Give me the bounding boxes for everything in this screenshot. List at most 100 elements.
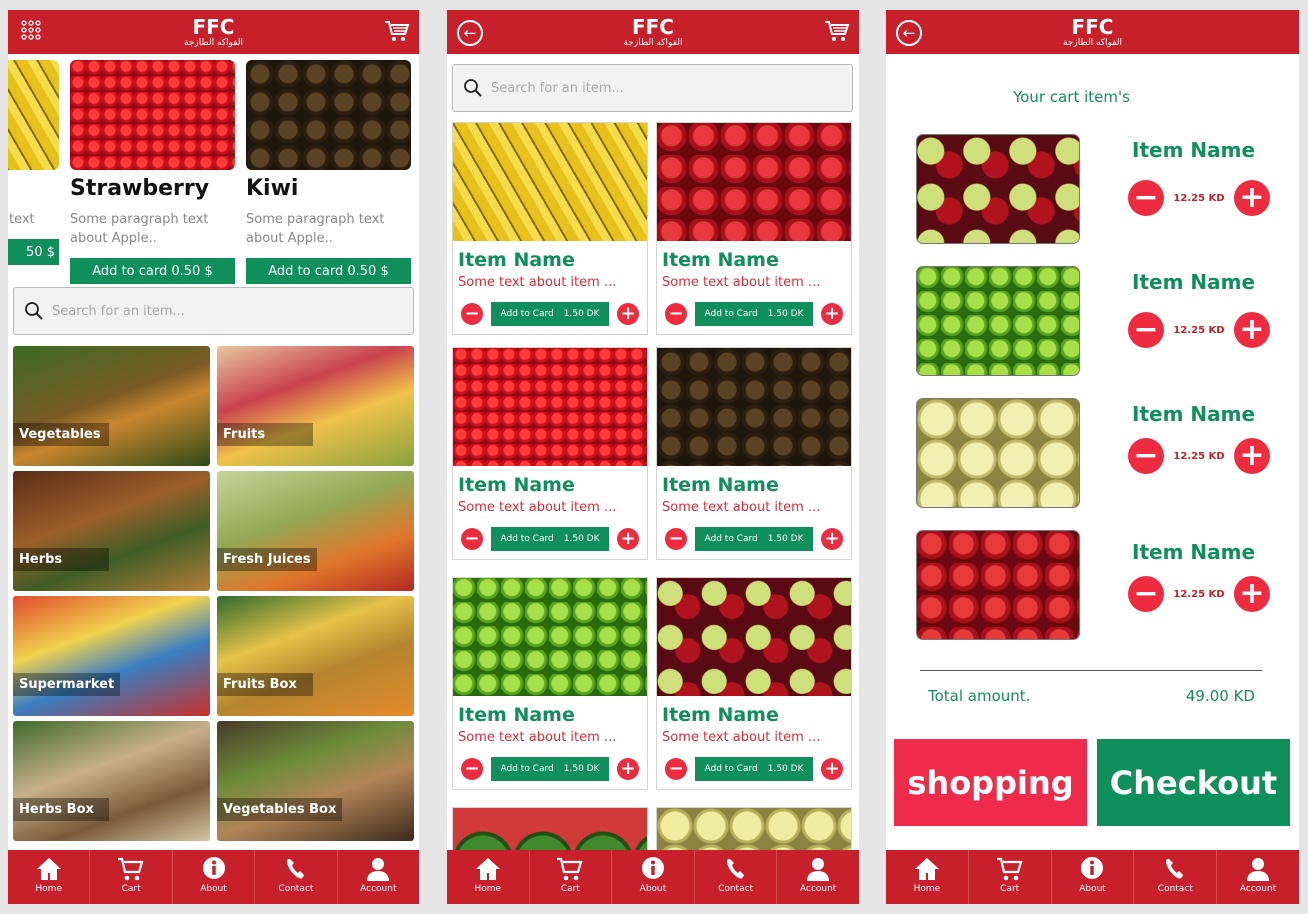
category-fruits[interactable]: Fruits (217, 346, 414, 466)
app-header: FFC الفواكه الطازجة (8, 10, 419, 54)
category-herbs[interactable]: Herbs (13, 471, 210, 591)
plus-icon[interactable]: + (821, 303, 843, 325)
phone-icon (1166, 859, 1184, 879)
nav-about[interactable]: About (1052, 850, 1135, 904)
minus-icon[interactable]: − (1128, 576, 1164, 612)
minus-icon[interactable]: − (461, 303, 483, 325)
add-to-card-button[interactable]: Add to Card 1.50 DK (491, 527, 609, 551)
minus-icon[interactable]: − (665, 303, 687, 325)
category-label: Herbs (13, 548, 109, 571)
back-button[interactable]: ← (457, 20, 483, 46)
featured-item[interactable]: Strawberry Some paragraph text about App… (70, 60, 235, 284)
minus-icon[interactable]: − (665, 528, 687, 550)
search-input[interactable] (52, 303, 352, 319)
nav-about[interactable]: About (173, 850, 256, 904)
category-fresh-juices[interactable]: Fresh Juices (217, 471, 414, 591)
plus-icon[interactable]: + (617, 758, 639, 780)
category-vegetables[interactable]: Vegetables (13, 346, 210, 466)
nav-cart[interactable]: Cart (530, 850, 613, 904)
nav-contact[interactable]: Contact (1134, 850, 1218, 904)
category-label: Fresh Juices (217, 548, 317, 571)
nav-cart[interactable]: Cart (969, 850, 1052, 904)
nav-home[interactable]: Home (447, 850, 530, 904)
back-button[interactable]: ← (896, 20, 922, 46)
checkout-button[interactable]: Checkout (1097, 739, 1290, 826)
add-to-card-button[interactable]: Add to card 0.50 $ (70, 258, 235, 284)
minus-icon[interactable]: − (1128, 438, 1164, 474)
mixed-apples-image (916, 134, 1080, 244)
add-to-card-button[interactable]: Add to Card 1.50 DK (491, 757, 609, 781)
plus-icon[interactable]: + (617, 528, 639, 550)
plus-icon[interactable]: + (821, 528, 843, 550)
nav-contact[interactable]: Contact (695, 850, 778, 904)
add-to-card-button[interactable]: 50 $ (8, 239, 59, 265)
nav-home[interactable]: Home (886, 850, 969, 904)
featured-title: Strawberry (70, 176, 210, 201)
home-icon (914, 858, 939, 880)
category-vegetables-box[interactable]: Vegetables Box (217, 721, 414, 841)
cart-item-price: 12.25 KD (1173, 588, 1225, 600)
nav-home[interactable]: Home (8, 850, 91, 904)
nav-label: Home (474, 884, 502, 894)
cart-icon[interactable] (383, 19, 411, 45)
plus-icon[interactable]: + (1234, 180, 1270, 216)
price: 1.50 DK (563, 309, 600, 319)
add-to-card-button[interactable]: Add to Card 1.50 DK (695, 527, 813, 551)
brand-subtitle: الفواكه الطازجة (623, 38, 683, 48)
nav-account[interactable]: Account (777, 850, 859, 904)
plus-icon[interactable]: + (1234, 576, 1270, 612)
nav-about[interactable]: About (612, 850, 695, 904)
cart-icon (557, 857, 583, 881)
shopping-button[interactable]: shopping (894, 739, 1087, 826)
featured-carousel[interactable]: text 50 $ Strawberry Some paragraph text… (8, 60, 419, 286)
user-icon (1247, 858, 1270, 881)
product-card[interactable]: Item Name Some text about item ... − Add… (656, 122, 852, 335)
cart-screen: ← FFC الفواكه الطازجة Your cart item's I… (886, 10, 1299, 904)
minus-icon[interactable]: − (461, 528, 483, 550)
total-label: Total amount. (928, 687, 1031, 705)
category-fruits-box[interactable]: Fruits Box (217, 596, 414, 716)
plus-icon[interactable]: + (821, 758, 843, 780)
quantity-controls: − 12.25 KD + (1128, 312, 1270, 348)
cart-icon[interactable] (823, 19, 851, 45)
search-bar[interactable] (452, 64, 853, 112)
minus-icon[interactable]: − (461, 758, 483, 780)
product-card[interactable]: Item Name Some text about item ... − Add… (656, 577, 852, 790)
product-controls: − Add to Card 1.50 DK + (461, 527, 639, 551)
featured-item[interactable]: Kiwi Some paragraph text about Apple.. A… (246, 60, 411, 284)
add-label: Add to Card (704, 764, 758, 774)
plus-icon[interactable]: + (1234, 438, 1270, 474)
info-icon (1081, 857, 1104, 879)
add-to-card-button[interactable]: Add to Card 1.50 DK (695, 757, 813, 781)
product-controls: − Add to Card 1.50 DK + (665, 302, 843, 326)
product-card[interactable]: Item Name Some text about item ... − Add… (656, 347, 852, 560)
minus-icon[interactable]: − (1128, 312, 1164, 348)
category-supermarket[interactable]: Supermarket (13, 596, 210, 716)
add-to-card-button[interactable]: Add to card 0.50 $ (246, 258, 411, 284)
add-label: Add to Card (704, 534, 758, 544)
brand-name: FFC (631, 15, 674, 39)
nav-account[interactable]: Account (338, 850, 419, 904)
search-input[interactable] (491, 80, 791, 96)
add-to-card-button[interactable]: Add to Card 1.50 DK (695, 302, 813, 326)
minus-icon[interactable]: − (665, 758, 687, 780)
nav-contact[interactable]: Contact (255, 850, 338, 904)
product-card[interactable]: Item Name Some text about item ... − Add… (452, 122, 648, 335)
bottom-nav: Home Cart About Contact Account (886, 850, 1299, 904)
minus-icon[interactable]: − (1128, 180, 1164, 216)
nav-label: About (200, 884, 227, 894)
strawberry-image (453, 348, 647, 466)
category-herbs-box[interactable]: Herbs Box (13, 721, 210, 841)
plus-icon[interactable]: + (1234, 312, 1270, 348)
product-card[interactable]: Item Name Some text about item ... − Add… (452, 577, 648, 790)
nav-account[interactable]: Account (1217, 850, 1299, 904)
nav-cart[interactable]: Cart (90, 850, 173, 904)
grid-menu-icon[interactable] (18, 20, 44, 46)
quantity-controls: − 12.25 KD + (1128, 180, 1270, 216)
product-card[interactable]: Item Name Some text about item ... − Add… (452, 347, 648, 560)
plus-icon[interactable]: + (617, 303, 639, 325)
search-bar[interactable] (13, 287, 414, 335)
featured-item[interactable]: text 50 $ (8, 60, 59, 265)
add-to-card-button[interactable]: Add to Card 1.50 DK (491, 302, 609, 326)
brand-subtitle: الفواكه الطازجة (1062, 38, 1123, 48)
